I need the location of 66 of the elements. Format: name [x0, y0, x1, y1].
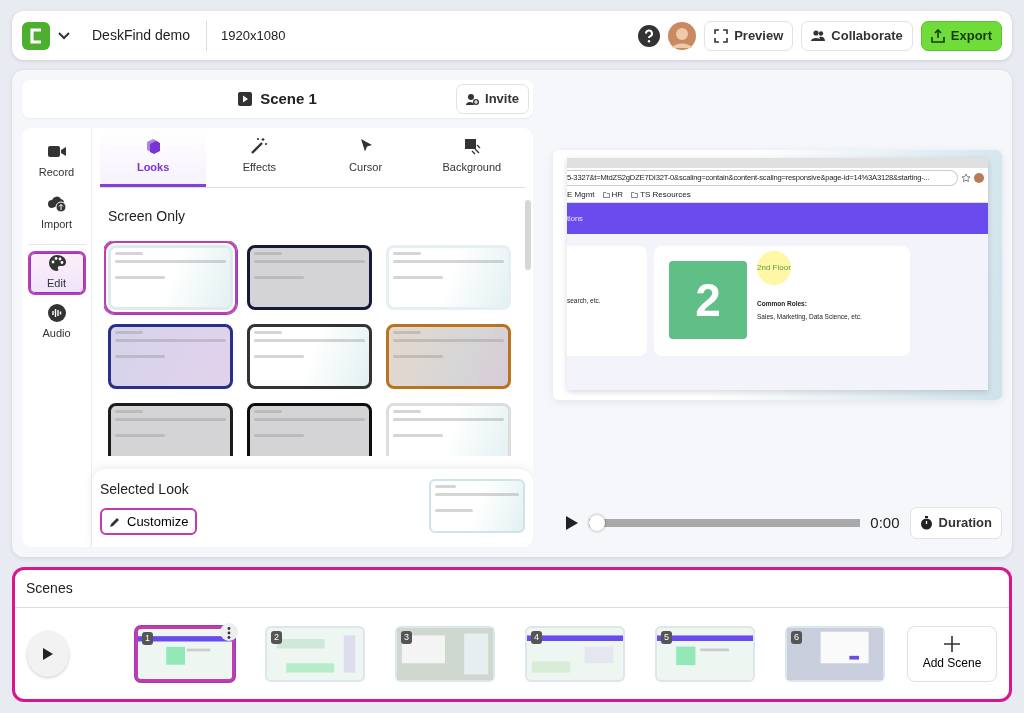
- tab[interactable]: Effects: [206, 128, 313, 187]
- audio-wave-icon: [47, 304, 66, 323]
- scene-number: 4: [531, 630, 543, 644]
- avatar[interactable]: [974, 173, 984, 183]
- export-button[interactable]: Export: [920, 20, 1002, 51]
- duration-button[interactable]: Duration: [909, 507, 1002, 539]
- stopwatch-icon: [919, 516, 933, 530]
- scene-thumbnail[interactable]: 6: [785, 625, 886, 682]
- palette-icon: [47, 254, 66, 273]
- sidebar-item[interactable]: Import: [27, 190, 86, 238]
- floor-badge: 2: [669, 261, 747, 339]
- background-icon: [462, 136, 481, 155]
- sidebar-item[interactable]: Edit: [27, 251, 86, 295]
- scene-number: 3: [401, 630, 413, 644]
- play-button[interactable]: [27, 630, 70, 677]
- tab[interactable]: Cursor: [312, 128, 419, 187]
- panel-title: Scenes: [26, 579, 73, 598]
- more-icon[interactable]: [220, 622, 239, 641]
- plus-icon: [944, 635, 960, 652]
- invite-button[interactable]: Invite: [456, 84, 529, 114]
- section-heading: Screen Only: [108, 207, 187, 226]
- progress-thumb[interactable]: [589, 515, 605, 531]
- scene-thumbnail[interactable]: 2: [265, 625, 366, 682]
- folder-icon: [631, 192, 639, 198]
- help-icon[interactable]: [638, 24, 661, 47]
- customize-button[interactable]: Customize: [100, 508, 198, 535]
- scene-thumbnail[interactable]: 3: [395, 625, 496, 682]
- scene-number: 6: [791, 630, 803, 644]
- play-icon[interactable]: [565, 515, 579, 531]
- play-icon: [238, 92, 253, 106]
- bookmark[interactable]: TS Resources: [640, 189, 691, 201]
- folder-icon: [602, 192, 610, 198]
- scrollbar[interactable]: [525, 200, 531, 270]
- avatar[interactable]: [668, 21, 697, 50]
- scene-number: 2: [271, 630, 283, 644]
- project-name[interactable]: DeskFind demo: [92, 20, 208, 51]
- time-label: 0:00: [870, 512, 900, 533]
- sidebar-item[interactable]: Audio: [27, 299, 86, 347]
- scene-number: 1: [142, 631, 154, 645]
- scene-thumbnail[interactable]: 5: [655, 625, 756, 682]
- layers-icon: [144, 136, 163, 155]
- scene-thumbnail[interactable]: 1: [135, 625, 236, 682]
- preview-button[interactable]: Preview: [704, 20, 794, 51]
- scene-title: Scene 1: [260, 88, 317, 109]
- play-icon: [42, 646, 54, 661]
- scene-thumbnail[interactable]: 4: [525, 625, 626, 682]
- fullscreen-icon: [714, 28, 729, 43]
- people-icon: [811, 28, 826, 43]
- panel-title: Selected Look: [100, 480, 190, 499]
- cursor-highlight: [757, 251, 791, 285]
- upload-icon: [930, 28, 945, 43]
- chevron-down-icon[interactable]: [58, 31, 70, 40]
- scene-number: 5: [661, 630, 673, 644]
- cloud-upload-icon: [47, 195, 66, 214]
- person-add-icon: [466, 92, 480, 106]
- magic-wand-icon: [250, 136, 269, 155]
- app-logo[interactable]: [22, 21, 50, 50]
- star-icon[interactable]: [962, 174, 970, 182]
- tab[interactable]: Background: [418, 128, 525, 187]
- sidebar-item[interactable]: Record: [27, 138, 86, 186]
- bookmark[interactable]: HR: [611, 189, 624, 201]
- resolution-label: 1920x1080: [221, 26, 286, 45]
- bookmark[interactable]: E Mgmt: [567, 189, 595, 201]
- pencil-icon: [109, 515, 121, 528]
- collaborate-button[interactable]: Collaborate: [801, 20, 913, 51]
- add-scene-button[interactable]: Add Scene: [907, 625, 997, 682]
